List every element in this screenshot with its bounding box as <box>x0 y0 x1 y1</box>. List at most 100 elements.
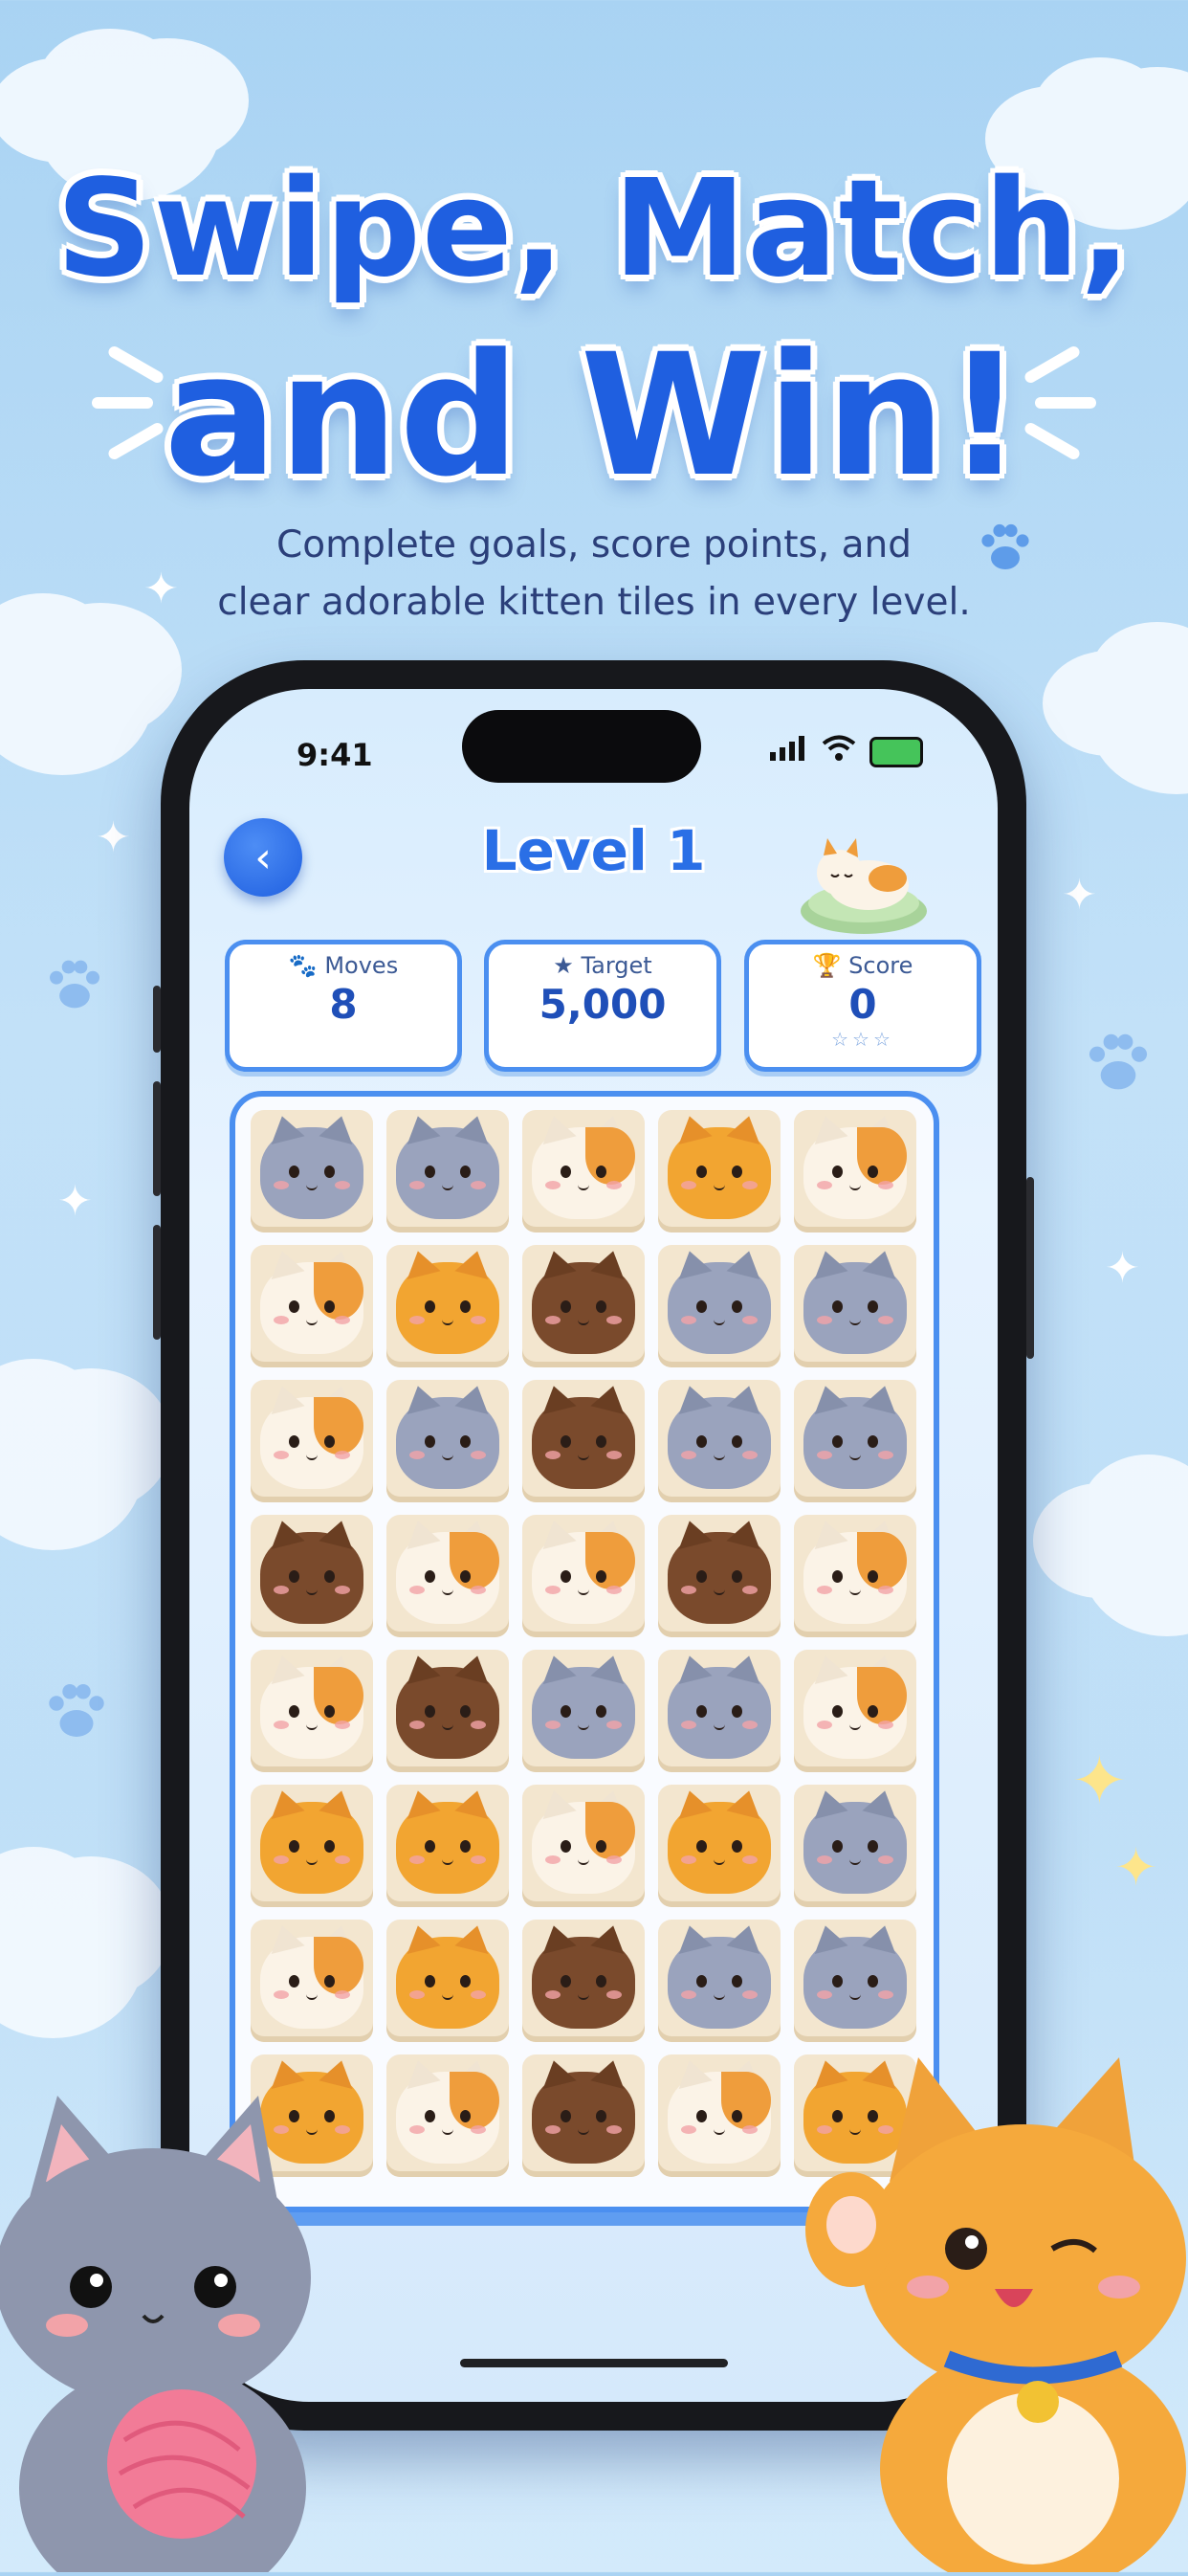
orange-cat-icon <box>396 1787 499 1894</box>
gray-cat-tile[interactable] <box>794 1920 916 2042</box>
burst-line <box>92 397 153 409</box>
cloud <box>38 29 182 134</box>
calico-cat-icon <box>260 1247 363 1354</box>
calico-cat-tile[interactable] <box>386 2054 509 2177</box>
gray-cat-tile[interactable] <box>522 1650 645 1772</box>
calico-cat-icon <box>396 1517 499 1624</box>
calico-cat-tile[interactable] <box>794 1650 916 1772</box>
cloud <box>0 1359 105 1483</box>
star-icon: ★ <box>553 952 574 979</box>
brown-cat-tile[interactable] <box>658 1515 781 1637</box>
dynamic-island <box>462 710 701 783</box>
moves-value: 8 <box>329 981 358 1028</box>
orange-cat-tile[interactable] <box>386 1785 509 1907</box>
calico-cat-tile[interactable] <box>522 1785 645 1907</box>
brown-cat-tile[interactable] <box>251 1515 373 1637</box>
gray-cat-tile[interactable] <box>658 1245 781 1367</box>
brown-cat-tile[interactable] <box>522 1380 645 1502</box>
gray-cat-icon <box>668 1247 771 1354</box>
paw-icon <box>1076 1019 1160 1120</box>
orange-cat-icon <box>668 1112 771 1219</box>
cloud <box>1081 1455 1188 1569</box>
brown-cat-tile[interactable] <box>386 1650 509 1772</box>
gray-cat-icon <box>668 1921 771 2029</box>
gray-kitten-with-yarn <box>0 2086 316 2576</box>
paw-icon: 🐾 <box>288 952 318 979</box>
gray-cat-tile[interactable] <box>794 1245 916 1367</box>
orange-cat-icon <box>396 1247 499 1354</box>
orange-cat-tile[interactable] <box>658 1785 781 1907</box>
calico-cat-icon <box>260 1382 363 1489</box>
orange-cat-tile[interactable] <box>658 1110 781 1232</box>
orange-cat-icon <box>668 1787 771 1894</box>
calico-cat-icon <box>260 1652 363 1759</box>
calico-cat-tile[interactable] <box>658 2054 781 2177</box>
sparkle-icon: ✦ <box>57 1177 93 1226</box>
gray-cat-tile[interactable] <box>658 1920 781 2042</box>
calico-cat-icon <box>532 1787 635 1894</box>
calico-cat-icon <box>532 1112 635 1219</box>
subtitle-line-1: Complete goals, score points, and <box>276 523 912 566</box>
gray-cat-icon <box>803 1921 907 2029</box>
side-button <box>1026 1177 1034 1359</box>
subtitle-line-2: clear adorable kitten tiles in every lev… <box>217 581 971 624</box>
brown-cat-tile[interactable] <box>522 1920 645 2042</box>
gray-cat-icon <box>396 1382 499 1489</box>
gray-cat-icon <box>668 1382 771 1489</box>
gray-cat-tile[interactable] <box>386 1110 509 1232</box>
moves-label: Moves <box>324 952 399 979</box>
gray-cat-tile[interactable] <box>794 1380 916 1502</box>
sleeping-cat-icon <box>797 833 931 938</box>
burst-line <box>1035 397 1096 409</box>
score-label-row: 🏆 Score <box>749 952 977 979</box>
gray-cat-icon <box>396 1112 499 1219</box>
orange-cat-icon <box>260 1787 363 1894</box>
gray-cat-icon <box>803 1787 907 1894</box>
sparkle-icon: ✦ <box>96 813 131 862</box>
moves-label-row: 🐾 Moves <box>230 952 457 979</box>
cloud <box>0 1847 105 1971</box>
gray-cat-tile[interactable] <box>251 1110 373 1232</box>
gray-cat-tile[interactable] <box>658 1650 781 1772</box>
brown-cat-icon <box>532 2056 635 2164</box>
headline-line-1: Swipe, Match, <box>55 151 1133 307</box>
brown-cat-tile[interactable] <box>522 1245 645 1367</box>
score-stars: ☆☆☆ <box>831 1028 894 1051</box>
gray-cat-tile[interactable] <box>658 1380 781 1502</box>
gray-cat-icon <box>532 1652 635 1759</box>
calico-cat-tile[interactable] <box>251 1920 373 2042</box>
score-value: 0 <box>848 981 877 1028</box>
calico-cat-tile[interactable] <box>251 1380 373 1502</box>
side-button <box>153 1225 161 1340</box>
brown-cat-icon <box>532 1382 635 1489</box>
headline-line-2: and Win! <box>164 318 1024 514</box>
calico-cat-icon <box>803 1517 907 1624</box>
calico-cat-tile[interactable] <box>251 1650 373 1772</box>
orange-cat-tile[interactable] <box>386 1920 509 2042</box>
brown-cat-icon <box>396 1652 499 1759</box>
target-label: Target <box>581 952 652 979</box>
orange-kitten-waving <box>803 2038 1188 2576</box>
brown-cat-icon <box>532 1921 635 2029</box>
calico-cat-tile[interactable] <box>522 1515 645 1637</box>
sparkle-icon: ✦ <box>1062 871 1097 920</box>
status-icons <box>770 735 923 768</box>
calico-cat-tile[interactable] <box>251 1245 373 1367</box>
calico-cat-tile[interactable] <box>386 1515 509 1637</box>
calico-cat-tile[interactable] <box>794 1110 916 1232</box>
gray-cat-tile[interactable] <box>794 1785 916 1907</box>
gray-cat-icon <box>668 1652 771 1759</box>
orange-cat-tile[interactable] <box>251 1785 373 1907</box>
calico-cat-tile[interactable] <box>794 1515 916 1637</box>
gray-cat-icon <box>260 1112 363 1219</box>
calico-cat-icon <box>803 1112 907 1219</box>
gray-cat-tile[interactable] <box>386 1380 509 1502</box>
moves-card: 🐾 Moves 8 <box>225 940 462 1072</box>
signal-icon <box>770 736 808 767</box>
trophy-icon: 🏆 <box>812 952 842 979</box>
target-card: ★ Target 5,000 <box>484 940 721 1072</box>
calico-cat-tile[interactable] <box>522 1110 645 1232</box>
orange-cat-tile[interactable] <box>386 1245 509 1367</box>
battery-icon <box>869 736 923 767</box>
brown-cat-tile[interactable] <box>522 2054 645 2177</box>
